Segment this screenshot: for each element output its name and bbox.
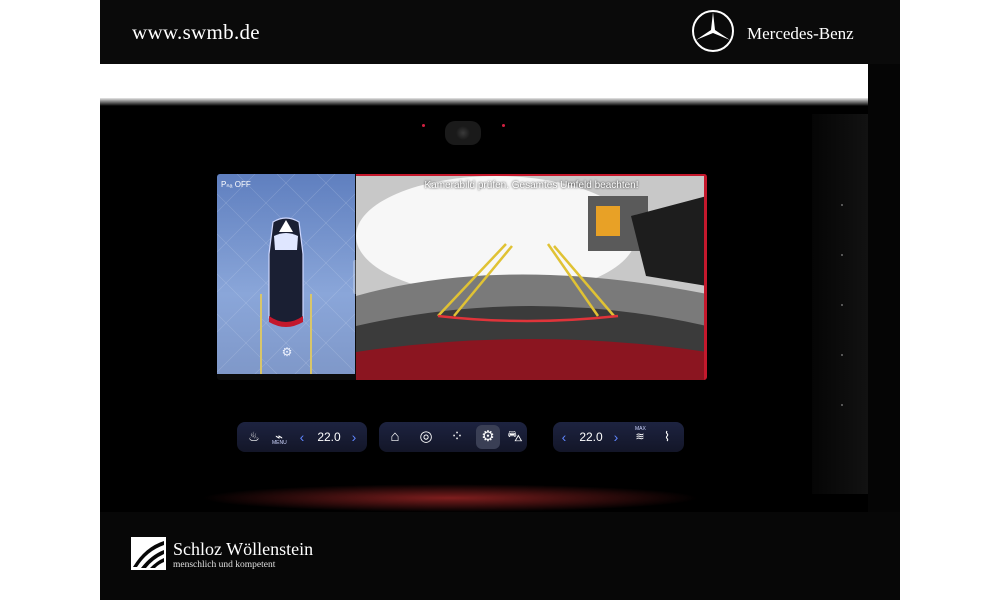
rear-camera-view: Kamerabild prüfen. Gesamtes Umfeld beach… <box>356 174 707 380</box>
car-display-photo: Pₙₐ OFF ⚙ ‹ <box>100 64 868 512</box>
rear-camera-image <box>356 176 704 380</box>
three-pointed-star-icon <box>692 10 734 52</box>
left-temperature: 22.0 <box>317 430 341 444</box>
vehicle-top-view-icon <box>268 217 304 327</box>
menu-label: MENU <box>272 440 287 446</box>
site-url[interactable]: www.swmb.de <box>132 20 260 45</box>
ambient-light-icon[interactable]: ◎ <box>414 425 438 449</box>
home-icon[interactable]: ⌂ <box>383 425 407 449</box>
infotainment-display: Pₙₐ OFF ⚙ ‹ <box>217 174 707 380</box>
photo-background-strip <box>100 64 868 102</box>
seat-icon[interactable]: ⌇ <box>655 422 679 452</box>
parking-assist-icon[interactable]: ⚙ <box>279 344 295 360</box>
parking-overview-panel[interactable]: Pₙₐ OFF ⚙ <box>217 174 355 374</box>
dealer-logo-icon <box>131 537 166 570</box>
bezel-dot <box>841 354 843 356</box>
parking-system-label: Pₙₐ OFF <box>221 180 251 189</box>
left-temp-decrease-button[interactable]: ‹ <box>295 422 309 452</box>
left-temp-increase-button[interactable]: › <box>347 422 361 452</box>
dashboard-glow <box>200 484 700 512</box>
camera-led <box>422 124 425 127</box>
right-temp-decrease-button[interactable]: ‹ <box>557 422 571 452</box>
header-bar: www.swmb.de Mercedes-Benz <box>100 0 900 64</box>
bezel-dot <box>841 404 843 406</box>
gear-icon[interactable]: ⚙ <box>476 425 500 449</box>
bezel-dot <box>841 204 843 206</box>
right-temperature: 22.0 <box>579 430 603 444</box>
photo-frame: www.swmb.de Mercedes-Benz Pₙₐ OFF ⚙ Kame… <box>100 0 900 600</box>
defrost-max-label: MAX <box>635 426 646 432</box>
display-bezel <box>812 114 868 494</box>
photo-shade <box>100 98 868 106</box>
climate-control-bar: ♨ ⌁ MENU ‹ 22.0 › ⌂ ◎ ⁘ ⚙ ⛍ ‹ 22.0 › ≋ M… <box>237 422 684 454</box>
apps-icon[interactable]: ⁘ <box>445 425 469 449</box>
dealer-name: Schloz Wöllenstein <box>173 539 314 559</box>
camera-warning: Kamerabild prüfen. Gesamtes Umfeld beach… <box>424 180 639 191</box>
camera-led <box>502 124 505 127</box>
brand-name: Mercedes-Benz <box>747 24 854 43</box>
bezel-dot <box>841 304 843 306</box>
seat-heat-icon[interactable]: ♨ <box>241 422 267 452</box>
climate-menu-button[interactable]: ⌁ <box>269 422 289 452</box>
dealer-slogan: menschlich und kompetent <box>173 560 276 570</box>
bezel-dot <box>841 254 843 256</box>
right-temp-increase-button[interactable]: › <box>609 422 623 452</box>
camera-lens-icon <box>456 126 470 140</box>
car-icon[interactable]: ⛍ <box>503 425 527 449</box>
